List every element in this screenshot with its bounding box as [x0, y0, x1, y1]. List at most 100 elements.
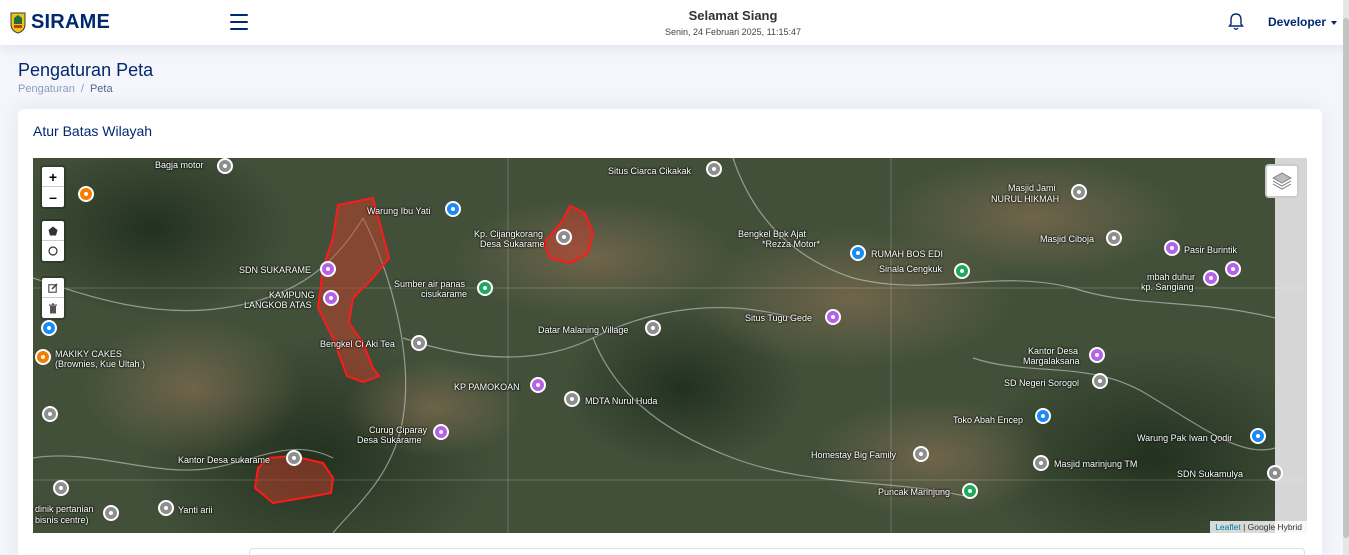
draw-polygon-icon[interactable]: [42, 221, 64, 241]
bell-icon[interactable]: [1228, 12, 1244, 31]
map-label: RUMAH BOS EDI: [871, 249, 944, 259]
delete-layers-icon[interactable]: [42, 298, 64, 318]
map-label: SDN Sukamulya: [1177, 469, 1244, 479]
map-marker[interactable]: [530, 377, 546, 393]
menu-toggle-icon[interactable]: [230, 14, 248, 30]
map-label: Masjid Jami: [1008, 183, 1056, 193]
map-label: Masjid Ciboja: [1040, 234, 1095, 244]
map-marker[interactable]: [1203, 270, 1219, 286]
map-marker[interactable]: [954, 263, 970, 279]
shield-logo-icon: [10, 12, 26, 34]
map-marker[interactable]: [1267, 465, 1283, 481]
greeting-block: Selamat Siang Senin, 24 Februari 2025, 1…: [600, 8, 866, 37]
map-marker[interactable]: [556, 229, 572, 245]
map-label: MDTA Nurul Huda: [585, 396, 658, 406]
map-marker[interactable]: [41, 320, 57, 336]
card-title: Atur Batas Wilayah: [33, 123, 153, 139]
map-marker[interactable]: [217, 158, 233, 174]
map-label: dinik pertanian: [35, 504, 94, 514]
map-marker[interactable]: [411, 335, 427, 351]
map-marker[interactable]: [564, 391, 580, 407]
map-marker[interactable]: [962, 483, 978, 499]
user-name: Developer: [1268, 15, 1327, 29]
map-label: Kantor Desa sukarame: [178, 455, 271, 465]
map-marker[interactable]: [53, 480, 69, 496]
user-menu[interactable]: Developer: [1268, 15, 1338, 29]
map-label: Curug Ciparay: [369, 425, 428, 435]
map-marker[interactable]: [706, 161, 722, 177]
leaflet-link[interactable]: Leaflet: [1215, 522, 1241, 532]
map-label: Desa Sukarame: [480, 239, 545, 249]
map-label: Warung Pak Iwan Qodir: [1137, 433, 1233, 443]
map-marker[interactable]: [103, 505, 119, 521]
map-label: Warung Ibu Yati: [367, 206, 431, 216]
breadcrumb: Pengaturan / Peta: [18, 83, 113, 95]
map-label: Yanti arii: [178, 505, 213, 515]
zoom-control: + –: [40, 165, 66, 209]
map-label: Datar Malaning Village: [538, 325, 629, 335]
map-marker[interactable]: [850, 245, 866, 261]
next-panel: [249, 548, 1305, 555]
map-marker[interactable]: [1071, 184, 1087, 200]
page-title: Pengaturan Peta: [18, 60, 154, 80]
map-marker[interactable]: [913, 446, 929, 462]
draw-circle-icon[interactable]: [42, 241, 64, 261]
brand-logo[interactable]: SIRAME: [10, 11, 110, 34]
scrollbar-thumb[interactable]: [1343, 18, 1349, 538]
map-label: (Brownies, Kue Ultah ): [55, 359, 146, 369]
caret-down-icon: [1331, 20, 1338, 25]
map-marker[interactable]: [286, 450, 302, 466]
map-marker[interactable]: [323, 290, 339, 306]
page-scrollbar[interactable]: [1343, 0, 1349, 555]
map-marker[interactable]: [42, 406, 58, 422]
breadcrumb-item-peta: Peta: [89, 83, 113, 95]
layers-icon[interactable]: [1265, 164, 1299, 198]
zoom-in-button[interactable]: +: [42, 167, 64, 187]
map-label: Masjid marinjung TM: [1054, 459, 1138, 469]
draw-toolbar: [40, 219, 66, 263]
map-marker[interactable]: [1035, 408, 1051, 424]
map-label: SDN SUKARAME: [239, 265, 312, 275]
map-marker[interactable]: [35, 349, 51, 365]
map-marker[interactable]: [433, 424, 449, 440]
map-marker[interactable]: [445, 201, 461, 217]
zoom-out-button[interactable]: –: [42, 187, 64, 207]
map-marker[interactable]: [477, 280, 493, 296]
edit-toolbar: [40, 276, 66, 320]
map-marker[interactable]: [78, 186, 94, 202]
map-marker[interactable]: [1106, 230, 1122, 246]
map-label: Pasir Burintik: [1184, 245, 1238, 255]
map-label: Sumber air panas: [394, 279, 466, 289]
map-label: Bengkel Ci Aki Tea: [320, 339, 395, 349]
map-marker[interactable]: [825, 309, 841, 325]
map-label: bisnis centre): [35, 515, 89, 525]
map-label: *Rezza Motor*: [762, 239, 821, 249]
map-marker[interactable]: [320, 261, 336, 277]
map-label: Sinala Cengkuk: [879, 264, 943, 274]
map-label: MAKIKY CAKES: [55, 349, 122, 359]
map-label: Kantor Desa: [1028, 346, 1079, 356]
top-header: SIRAME Selamat Siang Senin, 24 Februari …: [0, 0, 1349, 45]
map-marker[interactable]: [1164, 240, 1180, 256]
map-marker[interactable]: [158, 500, 174, 516]
map-marker[interactable]: [1092, 373, 1108, 389]
breadcrumb-item-pengaturan[interactable]: Pengaturan: [18, 83, 75, 95]
map-marker[interactable]: [1225, 261, 1241, 277]
map-marker[interactable]: [1250, 428, 1266, 444]
map-label: Bengkel Bpk Ajat: [738, 229, 807, 239]
map-label: cisukarame: [421, 289, 468, 299]
map-attribution: Leaflet | Google Hybrid: [1210, 521, 1307, 533]
map-label: Bagja motor: [155, 160, 204, 170]
map-label: Desa Sukarame: [357, 435, 422, 445]
attribution-text: | Google Hybrid: [1240, 522, 1302, 532]
map-label: Situs Ciarca Cikakak: [608, 166, 692, 176]
map-marker[interactable]: [645, 320, 661, 336]
edit-layers-icon[interactable]: [42, 278, 64, 298]
map-marker[interactable]: [1089, 347, 1105, 363]
map-label: Toko Abah Encep: [953, 415, 1024, 425]
map-label: SD Negeri Sorogol: [1004, 378, 1080, 388]
brand-name: SIRAME: [31, 11, 110, 33]
map-marker[interactable]: [1033, 455, 1049, 471]
region-map[interactable]: Bagja motor Situs Ciarca Cikakak Masjid …: [33, 158, 1307, 533]
greeting-title: Selamat Siang: [688, 8, 778, 23]
